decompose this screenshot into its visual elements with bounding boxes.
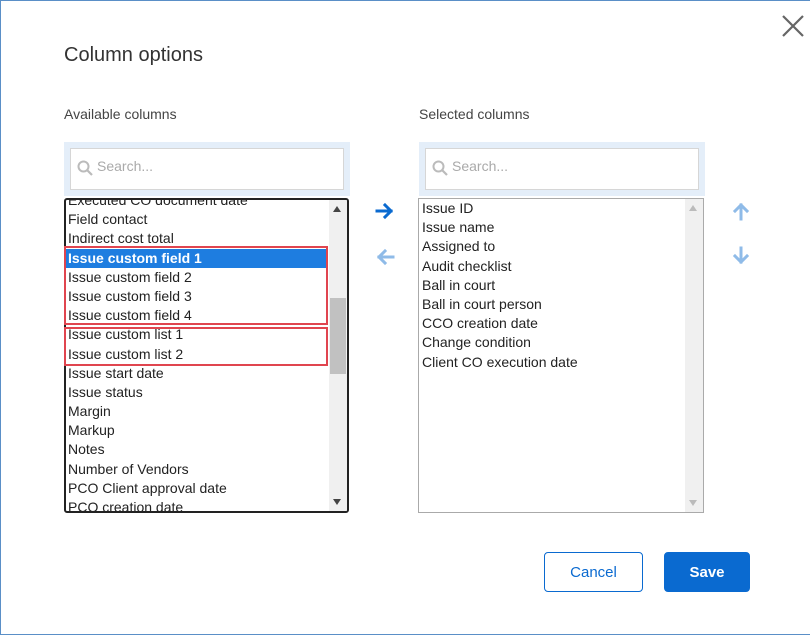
scrollbar-thumb[interactable] <box>330 298 346 374</box>
available-search-input[interactable] <box>95 154 299 178</box>
list-item[interactable]: Field contact <box>66 210 327 229</box>
list-item[interactable]: Client CO execution date <box>419 353 683 372</box>
list-item[interactable]: Notes <box>66 440 327 459</box>
list-item[interactable]: Issue custom list 1 <box>66 325 327 344</box>
selected-scrollbar[interactable] <box>685 199 703 512</box>
list-item[interactable]: Audit checklist <box>419 257 683 276</box>
arrow-right-icon[interactable] <box>375 201 395 221</box>
list-item[interactable]: Issue custom field 2 <box>66 268 327 287</box>
list-item-selected[interactable]: Issue custom field 1 <box>66 248 327 268</box>
selected-search-input[interactable] <box>450 154 654 178</box>
list-item[interactable]: Issue name <box>419 218 683 237</box>
list-item[interactable]: Indirect cost total <box>66 229 327 248</box>
selected-columns-list[interactable]: Issue ID Issue name Assigned to Audit ch… <box>418 198 704 513</box>
list-item[interactable]: Issue custom field 4 <box>66 306 327 325</box>
list-item[interactable]: CCO creation date <box>419 314 683 333</box>
search-icon <box>432 160 448 176</box>
available-search-box <box>70 148 344 190</box>
list-item[interactable]: Markup <box>66 421 327 440</box>
selected-search-container <box>419 142 705 196</box>
available-columns-label: Available columns <box>64 106 177 122</box>
list-item[interactable]: Assigned to <box>419 237 683 256</box>
list-item[interactable]: PCO Client approval date <box>66 479 327 498</box>
available-scrollbar[interactable] <box>329 200 347 511</box>
list-item[interactable]: Change condition <box>419 333 683 352</box>
scroll-up-icon[interactable] <box>333 206 341 212</box>
available-search-container <box>64 142 350 196</box>
list-item[interactable]: Issue start date <box>66 364 327 383</box>
list-item[interactable]: Issue status <box>66 383 327 402</box>
scroll-down-icon[interactable] <box>689 500 697 506</box>
search-icon <box>77 160 93 176</box>
list-item[interactable]: Executed CO document date <box>66 200 327 210</box>
arrow-down-icon[interactable] <box>731 246 751 266</box>
list-item[interactable]: Issue ID <box>419 199 683 218</box>
list-item[interactable]: Issue custom list 2 <box>66 345 327 364</box>
scroll-up-icon[interactable] <box>689 205 697 211</box>
list-item[interactable]: Number of Vendors <box>66 460 327 479</box>
list-item[interactable]: Ball in court person <box>419 295 683 314</box>
list-item[interactable]: Margin <box>66 402 327 421</box>
dialog-title: Column options <box>64 44 203 66</box>
list-item[interactable]: PCO creation date <box>66 498 327 511</box>
cancel-button[interactable]: Cancel <box>544 552 643 592</box>
selected-search-box <box>425 148 699 190</box>
save-button[interactable]: Save <box>664 552 750 592</box>
scroll-down-icon[interactable] <box>333 499 341 505</box>
arrow-up-icon[interactable] <box>731 201 751 221</box>
arrow-left-icon[interactable] <box>375 247 395 267</box>
close-icon[interactable] <box>779 12 807 40</box>
selected-columns-label: Selected columns <box>419 106 530 122</box>
list-item[interactable]: Ball in court <box>419 276 683 295</box>
list-item[interactable]: Issue custom field 3 <box>66 287 327 306</box>
available-columns-list[interactable]: Executed CO document date Field contact … <box>64 198 349 513</box>
